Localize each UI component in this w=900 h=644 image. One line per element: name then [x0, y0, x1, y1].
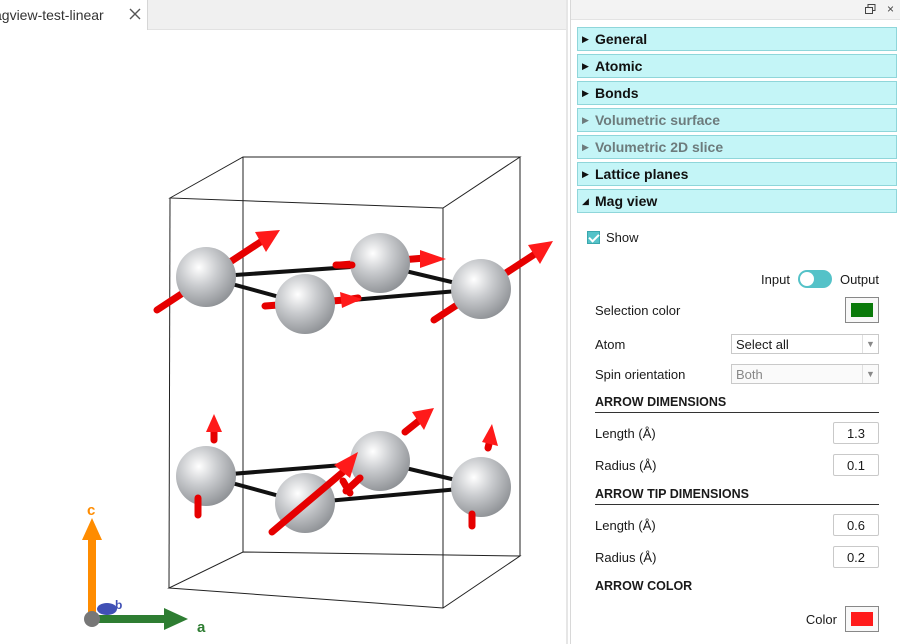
arrow-radius-row: Radius (Å) 0.1 — [595, 454, 879, 476]
axis-c-label: c — [87, 502, 95, 519]
output-label: Output — [839, 271, 879, 287]
triangle-right-icon: ▶ — [582, 114, 589, 125]
properties-panel: × ▶ General ▶ Atomic ▶ Bonds ▶ Volumetri… — [570, 0, 900, 644]
arrow-color-row: Color — [595, 606, 879, 632]
spin-orientation-value: Both — [736, 366, 763, 382]
axis-a-label: a — [197, 619, 206, 636]
section-mag-view[interactable]: ◢ Mag view — [577, 189, 897, 213]
arrow-length-input[interactable]: 1.3 — [833, 422, 879, 444]
section-lattice-planes[interactable]: ▶ Lattice planes — [577, 162, 897, 186]
arrow-length-label: Length (Å) — [595, 425, 656, 441]
axis-b-label: b — [115, 598, 122, 612]
section-label: General — [595, 31, 648, 47]
tip-radius-row: Radius (Å) 0.2 — [595, 546, 879, 568]
triangle-right-icon: ▶ — [582, 33, 589, 44]
atom[interactable] — [176, 446, 236, 506]
tip-length-input[interactable]: 0.6 — [833, 514, 879, 536]
atom-select[interactable]: Select all ▼ — [731, 334, 879, 354]
section-label: Lattice planes — [595, 166, 689, 182]
arrow-tip-dimensions-heading: ARROW TIP DIMENSIONS — [595, 487, 879, 505]
selection-color-label: Selection color — [595, 302, 681, 318]
close-icon[interactable] — [127, 6, 143, 22]
crystal-scene[interactable]: c a b — [0, 30, 566, 644]
triangle-right-icon: ▶ — [582, 87, 589, 98]
tab-document[interactable]: agview-test-linear — [0, 0, 148, 30]
tab-title: agview-test-linear — [0, 7, 104, 23]
atom[interactable] — [350, 233, 410, 293]
tip-length-label: Length (Å) — [595, 517, 656, 533]
arrow-radius-label: Radius (Å) — [595, 457, 657, 473]
atom-select-value: Select all — [736, 336, 789, 352]
arrow-length-row: Length (Å) 1.3 — [595, 422, 879, 444]
section-volumetric-2d-slice[interactable]: ▶ Volumetric 2D slice — [577, 135, 897, 159]
unit-cell — [167, 156, 522, 609]
section-label: Mag view — [595, 193, 658, 209]
selection-color-row: Selection color — [595, 297, 879, 323]
spin-orientation-label: Spin orientation — [595, 366, 686, 382]
tip-radius-label: Radius (Å) — [595, 549, 657, 565]
tab-strip: agview-test-linear — [0, 0, 568, 30]
arrow-radius-input[interactable]: 0.1 — [833, 454, 879, 476]
show-label: Show — [606, 230, 639, 245]
arrow-color-swatch — [851, 612, 873, 626]
triangle-down-icon: ◢ — [582, 195, 589, 206]
arrow-color-button[interactable] — [845, 606, 879, 632]
show-checkbox[interactable] — [587, 231, 600, 244]
chevron-down-icon: ▼ — [862, 365, 878, 383]
selection-color-swatch — [851, 303, 873, 317]
triangle-right-icon: ▶ — [582, 141, 589, 152]
spin-orientation-row: Spin orientation Both ▼ — [595, 364, 879, 384]
tip-length-row: Length (Å) 0.6 — [595, 514, 879, 536]
atom-label: Atom — [595, 336, 626, 352]
section-label: Bonds — [595, 85, 639, 101]
triangle-right-icon: ▶ — [582, 168, 589, 179]
section-label: Atomic — [595, 58, 643, 74]
close-panel-icon[interactable]: × — [887, 3, 894, 15]
spin-orientation-select[interactable]: Both ▼ — [731, 364, 879, 384]
section-atomic[interactable]: ▶ Atomic — [577, 54, 897, 78]
triangle-right-icon: ▶ — [582, 60, 589, 71]
splitter[interactable] — [566, 0, 568, 644]
atom-row: Atom Select all ▼ — [595, 334, 879, 354]
selection-color-button[interactable] — [845, 297, 879, 323]
section-label: Volumetric surface — [595, 112, 721, 128]
panel-titlebar: × — [571, 0, 900, 20]
arrow-color-label: Color — [805, 611, 837, 627]
arrow-color-heading: ARROW COLOR — [595, 579, 693, 593]
section-general[interactable]: ▶ General — [577, 27, 897, 51]
atom[interactable] — [451, 457, 511, 517]
input-label: Input — [761, 271, 790, 287]
io-toggle-row: Input Output — [595, 270, 879, 288]
input-output-toggle[interactable] — [797, 270, 832, 288]
tip-radius-input[interactable]: 0.2 — [833, 546, 879, 568]
section-volumetric-surface[interactable]: ▶ Volumetric surface — [577, 108, 897, 132]
section-label: Volumetric 2D slice — [595, 139, 724, 155]
app-window: agview-test-linear c a b × ▶ General ▶ A… — [0, 0, 900, 644]
structure-viewport[interactable]: agview-test-linear c a b — [0, 0, 568, 644]
axis-triad: c a b — [82, 502, 206, 636]
atom[interactable] — [176, 247, 236, 307]
show-row[interactable]: Show — [587, 230, 871, 245]
chevron-down-icon: ▼ — [862, 335, 878, 353]
arrow-dimensions-heading: ARROW DIMENSIONS — [595, 395, 879, 413]
section-bonds[interactable]: ▶ Bonds — [577, 81, 897, 105]
atom[interactable] — [275, 274, 335, 334]
restore-icon[interactable] — [865, 4, 876, 15]
atom[interactable] — [451, 259, 511, 319]
